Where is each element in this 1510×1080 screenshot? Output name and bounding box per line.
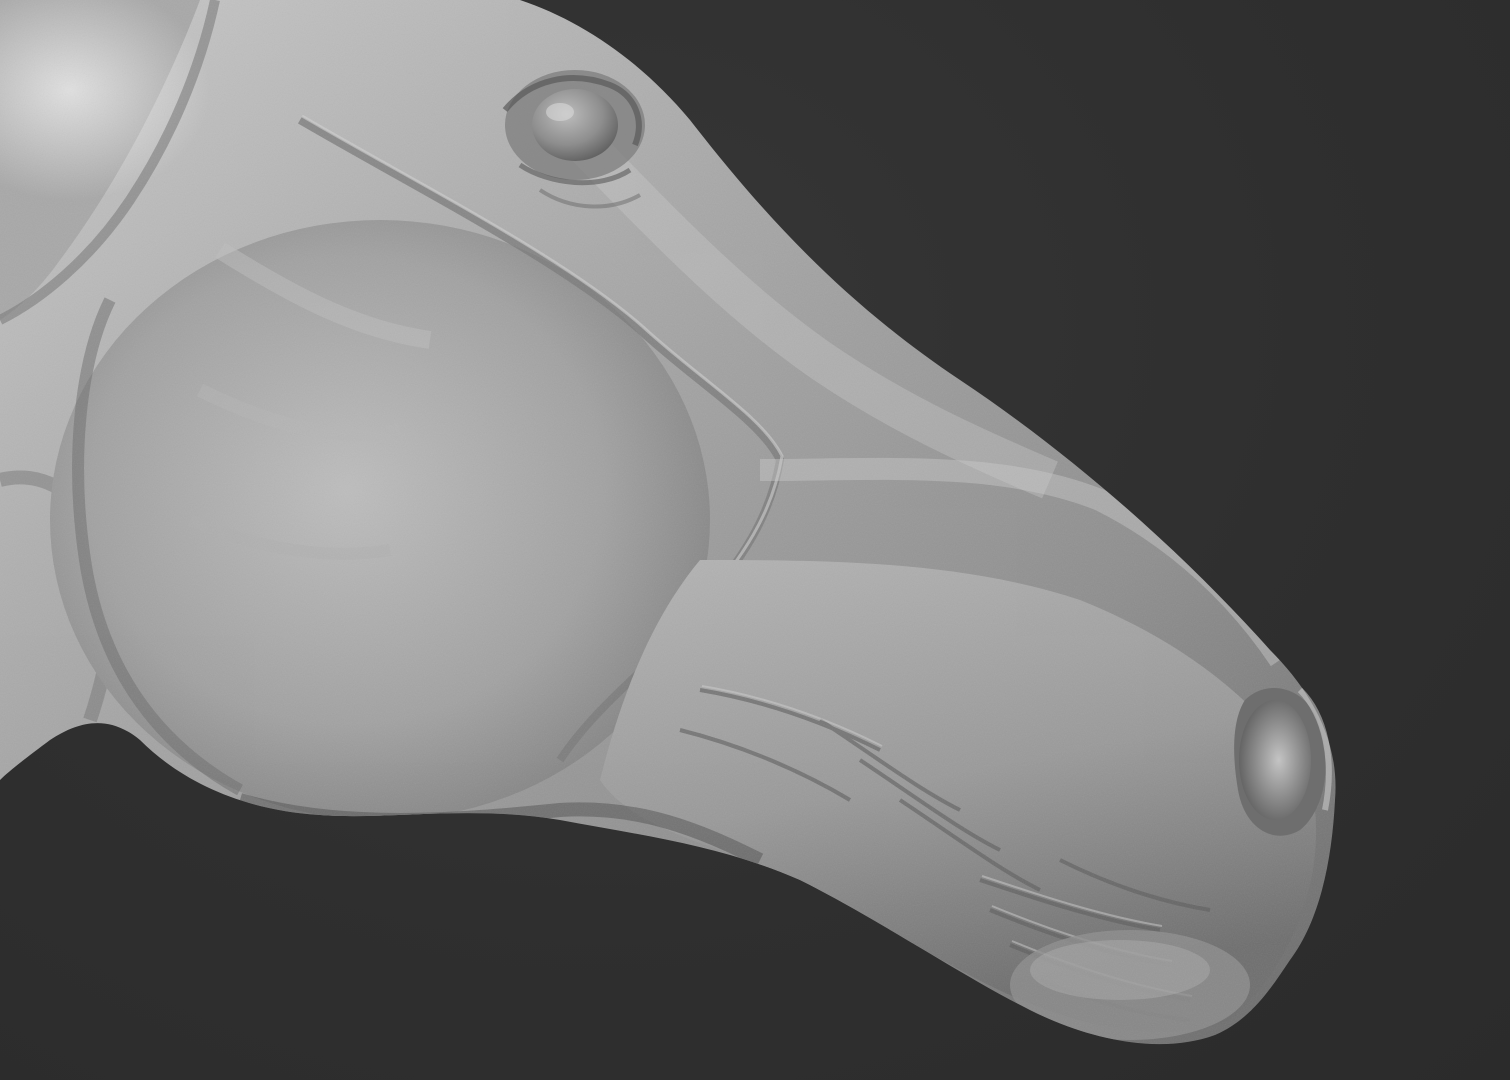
sculpt-viewport[interactable] (0, 0, 1510, 1080)
horse-head-sculpt (0, 0, 1336, 1045)
eyeball (532, 89, 618, 161)
